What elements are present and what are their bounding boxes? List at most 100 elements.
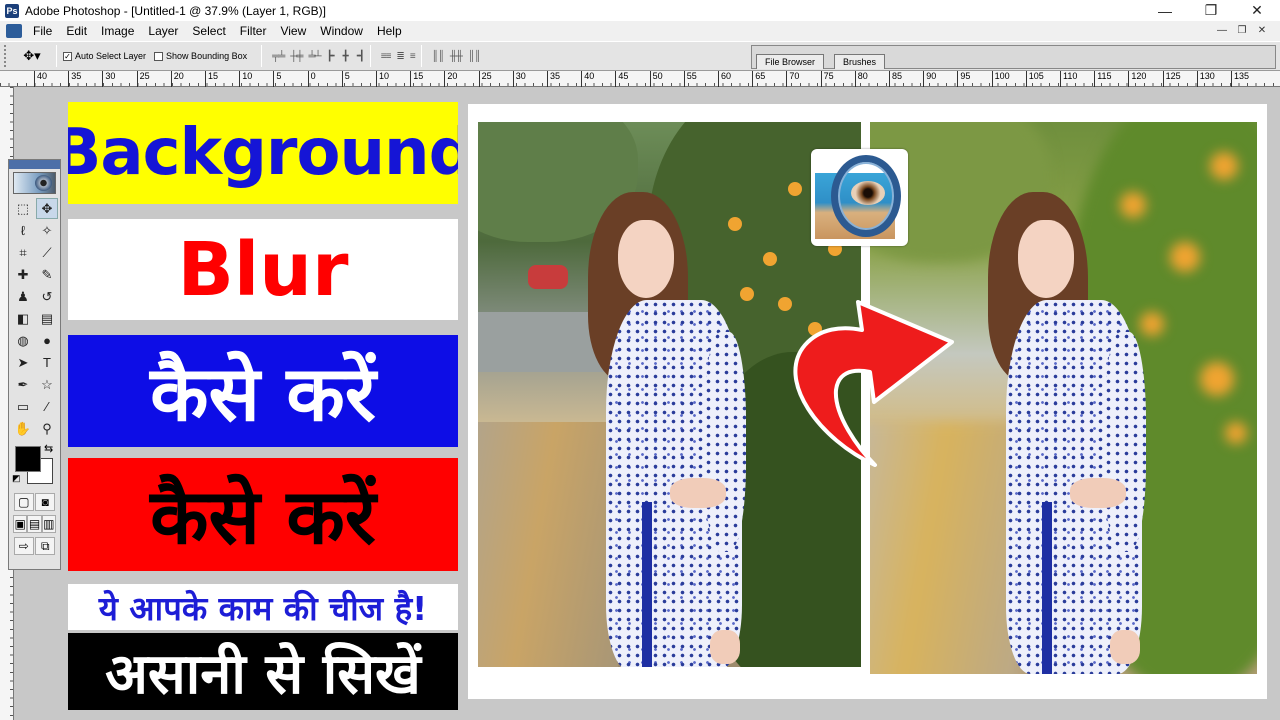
menu-file[interactable]: File <box>26 21 59 41</box>
blur-tool-icon[interactable]: ◍ <box>12 330 34 351</box>
pen-tool-icon[interactable]: ✒ <box>12 374 34 395</box>
gradient-tool-icon[interactable]: ▤ <box>36 308 58 329</box>
tab-brushes[interactable]: Brushes <box>834 54 886 69</box>
zoom-tool-icon[interactable]: ⚲ <box>36 418 58 439</box>
title-banner-blur: Blur <box>68 219 458 320</box>
flower-dot <box>1225 422 1247 444</box>
ruler-tick-label: 25 <box>136 71 150 87</box>
ruler-tick-label: 95 <box>957 71 970 87</box>
ruler-tick-label: 15 <box>410 71 423 87</box>
distribute-left-icon[interactable]: ║║ <box>432 51 445 62</box>
jump-to-imageready-icon[interactable]: ⇨ <box>13 537 34 555</box>
hand-shape <box>670 478 726 508</box>
distribute-bottom-icon[interactable]: ≡ <box>410 51 416 62</box>
crop-tool-icon[interactable]: ⌗ <box>12 242 34 263</box>
align-top-icon[interactable]: ╤╧ <box>272 51 285 62</box>
menu-select[interactable]: Select <box>185 21 232 41</box>
doc-close-icon[interactable]: ✕ <box>1254 23 1270 37</box>
foreground-color-swatch[interactable] <box>15 446 41 472</box>
close-button[interactable]: ✕ <box>1234 0 1280 21</box>
ruler-tick-label: 35 <box>68 71 81 87</box>
align-hcenter-icon[interactable]: ╋ <box>343 51 349 62</box>
ruler-tick-label: 5 <box>273 71 281 87</box>
face-shape <box>618 220 674 298</box>
healing-brush-icon[interactable]: ✚ <box>12 264 34 285</box>
jump-to-row: ⇨ ⧉ <box>9 535 60 557</box>
distribute-center-icon[interactable]: ≣ <box>396 51 404 62</box>
slice-tool-icon[interactable]: ⟋ <box>36 242 58 263</box>
doc-restore-icon[interactable]: ❐ <box>1234 23 1250 37</box>
banner-how-to-red: कैसे करें <box>68 458 458 571</box>
flower-dot <box>1200 362 1234 396</box>
arm-shape <box>704 332 746 552</box>
hand-tool-icon[interactable]: ✋ <box>12 418 34 439</box>
lasso-tool-icon[interactable]: ℓ <box>12 220 34 241</box>
banner-learn-easily: असानी से सिखें <box>68 633 458 710</box>
ruler-tick-label: 125 <box>1162 71 1181 87</box>
distribute-right-icon[interactable]: ║║ <box>468 51 481 62</box>
full-screen-icon[interactable]: ▥ <box>41 515 56 533</box>
type-tool-icon[interactable]: T <box>36 352 58 373</box>
document-icon[interactable] <box>6 24 22 38</box>
quick-mask-icon[interactable]: ◙ <box>35 493 56 511</box>
distribute-top-icon[interactable]: ≡≡ <box>381 51 392 62</box>
minimize-button[interactable]: — <box>1142 0 1188 21</box>
model-figure-blurred <box>978 192 1178 674</box>
clone-stamp-icon[interactable]: ♟ <box>12 286 34 307</box>
distribute-h-buttons: ║║ ╫╫ ║║ <box>432 51 482 62</box>
path-select-icon[interactable]: ➤ <box>12 352 34 373</box>
checkbox-checked-icon: ✓ <box>63 51 72 61</box>
ruler-tick-label: 115 <box>1094 71 1112 87</box>
standard-mode-icon[interactable]: ▢ <box>13 493 34 511</box>
ruler-tick-label: 20 <box>170 71 184 87</box>
align-vcenter-icon[interactable]: ┼╪ <box>290 51 303 62</box>
notes-tool-icon[interactable]: ▭ <box>12 396 34 417</box>
menu-filter[interactable]: Filter <box>233 21 274 41</box>
logo-eye-icon <box>851 181 885 205</box>
show-bounding-box-checkbox[interactable]: Show Bounding Box <box>154 51 247 61</box>
full-screen-menu-icon[interactable]: ▤ <box>27 515 42 533</box>
align-bottom-icon[interactable]: ╧┴ <box>308 51 321 62</box>
imageready-icon[interactable]: ⧉ <box>35 537 56 555</box>
menu-image[interactable]: Image <box>94 21 141 41</box>
doc-minimize-icon[interactable]: — <box>1214 23 1230 37</box>
banner-useful-text: ये आपके काम की चीज है! <box>98 588 428 628</box>
tab-file-browser[interactable]: File Browser <box>756 54 825 69</box>
align-right-icon[interactable]: ╺┫ <box>354 51 365 62</box>
ruler-tick-label: 50 <box>649 71 663 87</box>
dodge-tool-icon[interactable]: ● <box>36 330 58 351</box>
palette-title-bar[interactable] <box>9 160 60 169</box>
brush-tool-icon[interactable]: ✎ <box>36 264 58 285</box>
ruler-tick-label: 35 <box>547 71 560 87</box>
standard-screen-icon[interactable]: ▣ <box>13 515 28 533</box>
align-left-icon[interactable]: ┣╸ <box>327 51 338 62</box>
ruler-tick-label: 30 <box>512 71 526 87</box>
menu-layer[interactable]: Layer <box>141 21 185 41</box>
magic-wand-icon[interactable]: ✧ <box>36 220 58 241</box>
history-brush-icon[interactable]: ↺ <box>36 286 58 307</box>
eyedropper-icon[interactable]: ⁄ <box>36 396 58 417</box>
adobe-online-button[interactable] <box>13 172 56 194</box>
move-tool-icon[interactable]: ✥ <box>36 198 58 219</box>
swap-colors-icon[interactable]: ⇆ <box>44 442 53 455</box>
restore-button[interactable]: ❐ <box>1188 0 1234 21</box>
move-tool-preset-icon[interactable]: ✥▾ <box>14 46 50 66</box>
eraser-tool-icon[interactable]: ◧ <box>12 308 34 329</box>
menu-window[interactable]: Window <box>313 21 370 41</box>
shape-tool-icon[interactable]: ☆ <box>36 374 58 395</box>
marquee-tool-icon[interactable]: ⬚ <box>12 198 34 219</box>
auto-select-layer-checkbox[interactable]: ✓ Auto Select Layer <box>63 51 146 61</box>
distribute-hcenter-icon[interactable]: ╫╫ <box>450 51 463 62</box>
default-colors-icon[interactable]: ◩ <box>12 473 21 484</box>
menu-edit[interactable]: Edit <box>59 21 94 41</box>
banner-how-to-text-2: कैसे करें <box>150 472 376 561</box>
ruler-tick-label: 105 <box>1025 71 1044 87</box>
ruler-tick-label: 65 <box>752 71 765 87</box>
options-grip[interactable] <box>4 45 10 67</box>
hand-shape <box>1070 478 1126 508</box>
menu-view[interactable]: View <box>273 21 313 41</box>
horizontal-ruler[interactable]: 40 35 30 25 20 15 10 5 0 5 10 15 20 25 30 35 40 45 50 55 60 6… <box>0 71 1280 87</box>
menu-help[interactable]: Help <box>370 21 409 41</box>
photoshop-app-icon: Ps <box>5 3 19 18</box>
ruler-tick-label: 40 <box>34 71 47 87</box>
